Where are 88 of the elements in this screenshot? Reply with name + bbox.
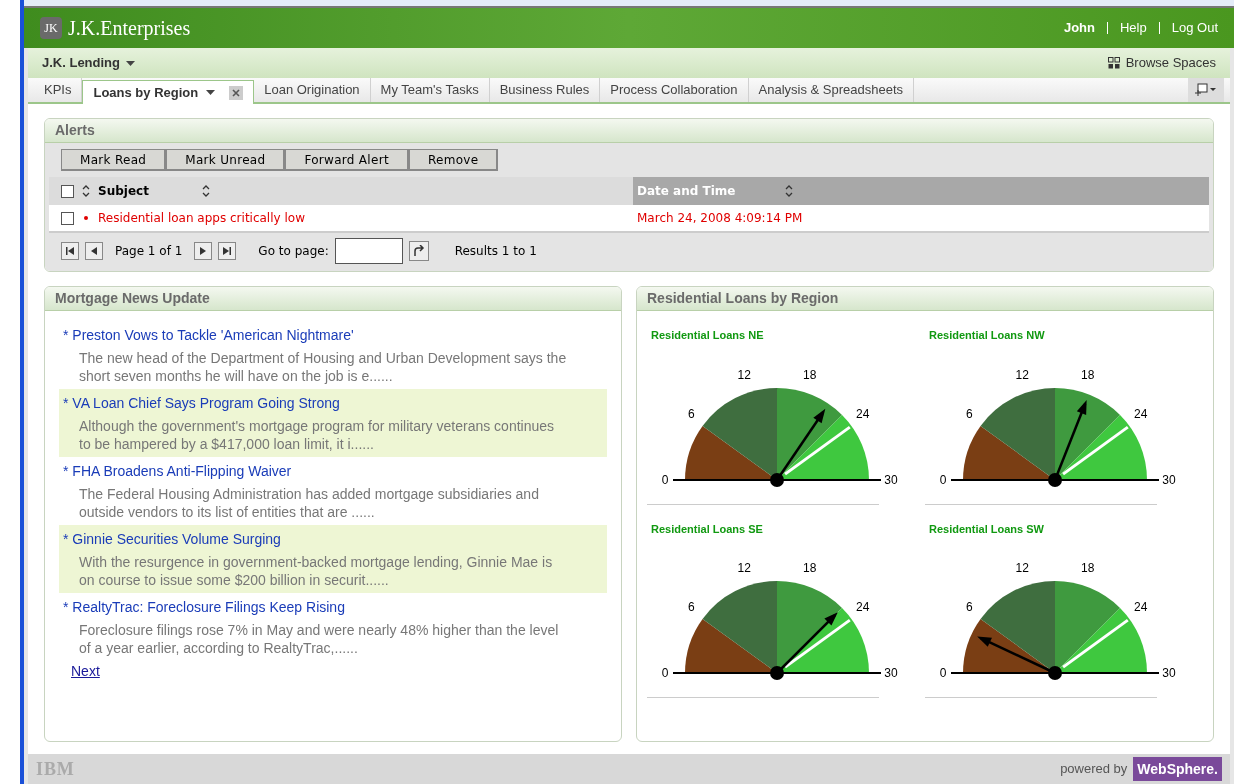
tab[interactable]: Process Collaboration: [600, 78, 749, 102]
add-portlet-icon[interactable]: [1188, 78, 1224, 102]
tab[interactable]: My Team's Tasks: [370, 78, 490, 102]
gauge-tick-label: 12: [737, 561, 751, 576]
gauge-tick-label: 30: [884, 666, 898, 680]
table-cell-text: March 24, 2008 4:09:14 PM: [636, 210, 804, 227]
last-page-button[interactable]: [218, 242, 237, 260]
previous-page-icon: [89, 246, 99, 256]
checkbox[interactable]: [61, 184, 74, 198]
gauge-tick-label: 0: [661, 472, 669, 487]
gauge-tick-label: 0: [661, 666, 669, 680]
checkbox[interactable]: [61, 211, 74, 225]
sort-icon[interactable]: [82, 185, 90, 197]
gauge-tick-label: 6: [965, 406, 973, 421]
gauge-tick-label: 6: [965, 599, 973, 614]
page-input[interactable]: [334, 238, 403, 264]
tab[interactable]: Business Rules: [489, 78, 601, 102]
action-button[interactable]: Mark Read: [61, 149, 167, 171]
news-headline[interactable]: * Ginnie Securities Volume Surging: [63, 529, 603, 550]
gauge-tick-label: 0: [939, 666, 947, 680]
logo-icon: JK: [40, 17, 62, 39]
news-headline[interactable]: * FHA Broadens Anti-Flipping Waiver: [63, 461, 603, 482]
portlet-title: Residential Loans by Region: [647, 289, 839, 308]
tab[interactable]: Analysis & Spreadsheets: [748, 78, 915, 102]
last-page-icon: [222, 246, 233, 256]
space-menu[interactable]: J.K. Lending: [42, 53, 135, 73]
gauge-tick-label: 0: [939, 472, 947, 487]
page-indicator: Page 1 of 1: [115, 243, 183, 260]
caret-icon: [126, 60, 135, 66]
gauge-tick-label: 18: [1081, 561, 1095, 576]
close-icon[interactable]: [229, 85, 244, 100]
gauge-tick-label: 30: [1162, 472, 1176, 487]
gauge-tick-label: 18: [803, 367, 817, 382]
gauge-tick-label: 24: [856, 599, 870, 614]
news-headline[interactable]: * Preston Vows to Tackle 'American Nightmare': [63, 325, 603, 346]
next-page-button[interactable]: [194, 242, 213, 260]
table-cell[interactable]: Residential loan apps critically low: [98, 209, 633, 227]
user-name: John: [1063, 19, 1095, 38]
gauge-tick-label: 12: [1015, 367, 1029, 382]
gauge-title: Residential Loans NE: [651, 328, 765, 343]
gauge-tick-label: 12: [1015, 561, 1029, 576]
caret-icon: [206, 90, 216, 95]
gauge-tick-label: 30: [1162, 666, 1176, 680]
news-headline[interactable]: * VA Loan Chief Says Program Going Strong: [63, 393, 603, 414]
gauge-tick-label: 18: [803, 561, 817, 576]
go-button[interactable]: [408, 241, 429, 261]
gauge-tick-label: 6: [687, 406, 695, 421]
portlet-title: Alerts: [55, 121, 95, 140]
gauge-title: Residential Loans NW: [929, 328, 1046, 343]
powered-by-label: powered by: [1060, 760, 1128, 779]
news-summary: Although the government's mortgage program for military veterans continues to be hampered by a $417,000 loan limit, it i......: [79, 417, 556, 453]
results-count: Results 1 to 1: [454, 243, 537, 260]
browse-spaces-link[interactable]: Browse Spaces: [1125, 53, 1216, 73]
header-link[interactable]: Log Out: [1171, 18, 1218, 38]
news-summary: With the resurgence in government-backed mortgage lending, Ginnie Mae is on course to issue some $200 billion in securit......: [79, 553, 554, 589]
grid-icon: [1107, 57, 1120, 69]
gauge-title: Residential Loans SE: [651, 521, 764, 537]
go-to-page-label: Go to page:: [258, 243, 329, 260]
gauge-tick-label: 24: [1134, 599, 1148, 614]
previous-page-button[interactable]: [85, 242, 103, 260]
tab[interactable]: Loans by Region: [82, 80, 255, 104]
gauge-tick-label: 30: [884, 472, 898, 487]
tab[interactable]: Loan Origination: [254, 78, 371, 102]
go-arrow-icon: [412, 245, 425, 257]
gauge-needle: [770, 612, 838, 680]
column-header[interactable]: Subject: [98, 182, 202, 200]
action-button[interactable]: Remove: [408, 149, 499, 171]
news-summary: The Federal Housing Administration has added mortgage subsidiaries and outside vendors to its list of entities that are ......: [79, 485, 540, 521]
action-button[interactable]: Mark Unread: [166, 149, 286, 171]
gauge-tick-label: 18: [1081, 367, 1095, 382]
gauge-tick-label: 24: [856, 406, 870, 421]
header-link[interactable]: Help: [1120, 18, 1147, 38]
gauge-tick-label: 24: [1134, 406, 1148, 421]
news-summary: The new head of the Department of Housing and Urban Development says the short seven months he will have on the job is e......: [79, 349, 568, 385]
action-button[interactable]: Forward Alert: [285, 149, 409, 171]
news-summary: Foreclosure filings rose 7% in May and were nearly 48% higher than the level of a year earlier, according to RealtyTrac,......: [79, 621, 560, 657]
gauge-title: Residential Loans SW: [929, 521, 1045, 537]
portlet-title: Mortgage News Update: [55, 289, 210, 308]
gauge-tick-label: 12: [737, 367, 751, 382]
next-link[interactable]: Next: [71, 661, 100, 682]
first-page-button[interactable]: [61, 242, 79, 260]
news-headline[interactable]: * RealtyTrac: Foreclosure Filings Keep Rising: [63, 597, 603, 618]
websphere-logo: WebSphere.: [1133, 757, 1222, 781]
sort-icon[interactable]: [202, 185, 210, 197]
first-page-icon: [65, 246, 75, 256]
sort-icon[interactable]: [785, 185, 794, 197]
brand-name: J.K.Enterprises: [68, 16, 191, 42]
gauge-tick-label: 6: [687, 599, 695, 614]
